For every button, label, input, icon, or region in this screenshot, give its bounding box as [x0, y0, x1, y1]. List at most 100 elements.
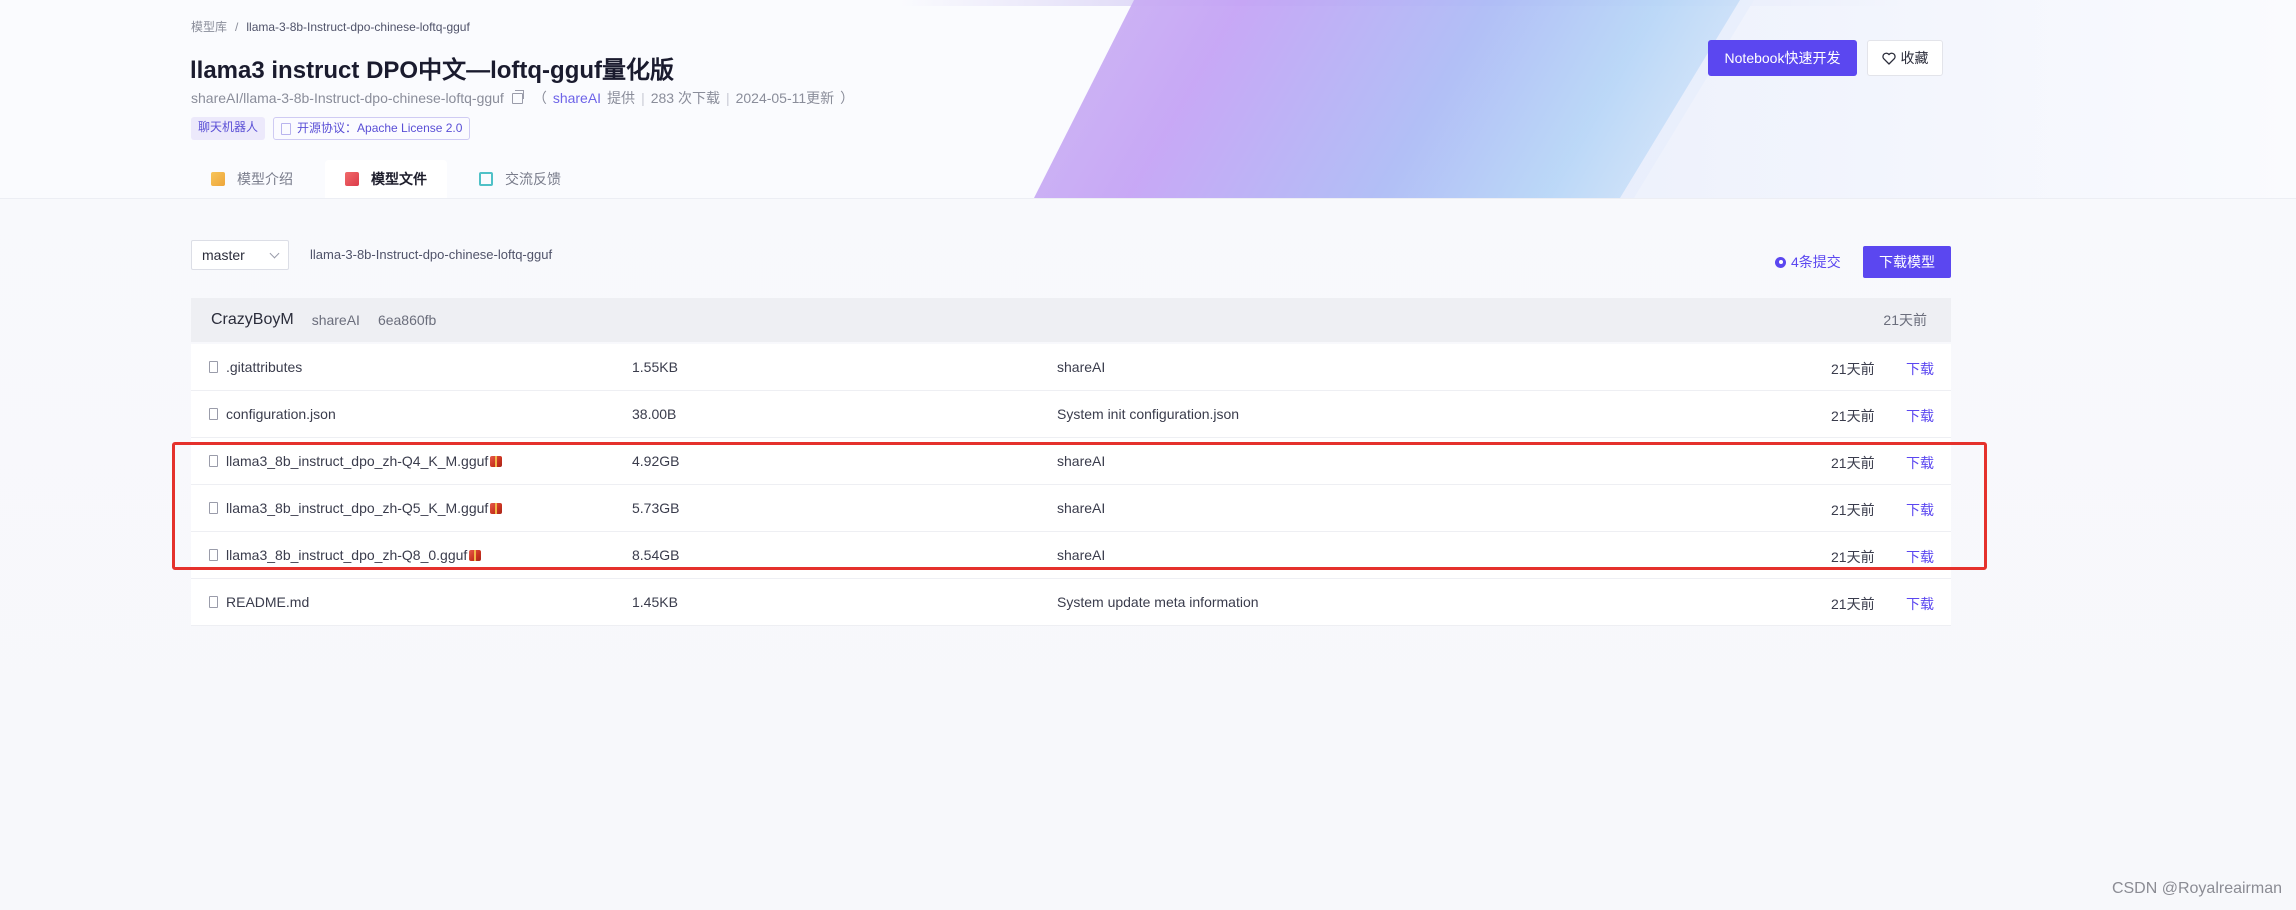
meta-separator: |	[641, 90, 645, 106]
heart-icon	[1881, 52, 1896, 65]
provider-link[interactable]: shareAI	[553, 90, 601, 106]
notebook-button[interactable]: Notebook快速开发	[1708, 40, 1857, 76]
branch-select[interactable]: master	[191, 240, 289, 270]
tab-label: 交流反馈	[505, 171, 561, 187]
file-time: 21天前	[1831, 596, 1875, 612]
file-size: 38.00B	[632, 406, 677, 422]
file-time: 21天前	[1831, 361, 1875, 377]
breadcrumb-separator: /	[235, 19, 239, 34]
model-tags: 聊天机器人 开源协议：Apache License 2.0	[191, 117, 471, 140]
file-name[interactable]: llama3_8b_instruct_dpo_zh-Q4_K_M.gguf	[226, 453, 503, 469]
file-size: 5.73GB	[632, 500, 680, 516]
commit-message: shareAI	[1057, 453, 1106, 469]
file-name[interactable]: llama3_8b_instruct_dpo_zh-Q5_K_M.gguf	[226, 500, 503, 516]
file-size: 4.92GB	[632, 453, 680, 469]
file-name-text: llama3_8b_instruct_dpo_zh-Q8_0.gguf	[226, 547, 468, 563]
watermark: CSDN @Royalreairman	[2111, 880, 2282, 897]
file-time: 21天前	[1831, 549, 1875, 565]
commit-time: 21天前	[1883, 312, 1927, 328]
commits-count: 4条提交	[1791, 254, 1841, 270]
file-download-link[interactable]: 下载	[1906, 500, 1934, 520]
repo-path: llama-3-8b-Instruct-dpo-chinese-loftq-gg…	[310, 247, 553, 262]
breadcrumb-root[interactable]: 模型库	[191, 18, 227, 35]
repo-id: shareAI/llama-3-8b-Instruct-dpo-chinese-…	[191, 90, 504, 106]
breadcrumb: 模型库 / llama-3-8b-Instruct-dpo-chinese-lo…	[191, 18, 470, 35]
file-name-text: llama3_8b_instruct_dpo_zh-Q5_K_M.gguf	[226, 500, 489, 516]
license-label: 开源协议：Apache License 2.0	[297, 121, 463, 135]
file-size: 1.45KB	[632, 594, 678, 610]
provider-suffix: 提供	[607, 90, 636, 106]
file-icon	[209, 408, 218, 420]
meta-separator: |	[725, 90, 730, 106]
tab-label: 模型介绍	[237, 171, 293, 187]
lfs-icon	[490, 455, 503, 467]
breadcrumb-current: llama-3-8b-Instruct-dpo-chinese-loftq-gg…	[246, 19, 470, 34]
file-name[interactable]: README.md	[226, 594, 309, 610]
meta-open-paren: （	[532, 90, 547, 106]
commit-message: System update meta information	[1057, 594, 1259, 610]
table-row: llama3_8b_instruct_dpo_zh-Q4_K_M.gguf 4.…	[191, 438, 1951, 485]
commit-icon	[1775, 256, 1786, 268]
chevron-down-icon	[269, 248, 280, 258]
edit-icon	[479, 172, 493, 186]
commit-hash[interactable]: 6ea860fb	[378, 312, 436, 328]
copy-icon[interactable]	[511, 89, 524, 104]
tab-model-intro[interactable]: 模型介绍	[191, 160, 313, 198]
commit-author[interactable]: CrazyBoyM	[211, 311, 294, 329]
download-model-button[interactable]: 下载模型	[1863, 246, 1951, 278]
collect-label: 收藏	[1900, 50, 1929, 66]
file-table: .gitattributes 1.55KB shareAI 21天前 下载 co…	[191, 344, 1951, 626]
file-download-link[interactable]: 下载	[1906, 594, 1934, 614]
model-page: 模型库 / llama-3-8b-Instruct-dpo-chinese-lo…	[0, 0, 2296, 910]
file-time: 21天前	[1831, 408, 1875, 424]
tab-feedback[interactable]: 交流反馈	[459, 160, 581, 198]
category-tag[interactable]: 聊天机器人	[191, 117, 266, 140]
table-row: llama3_8b_instruct_dpo_zh-Q5_K_M.gguf 5.…	[191, 485, 1951, 532]
file-icon	[209, 596, 218, 608]
model-meta: shareAI/llama-3-8b-Instruct-dpo-chinese-…	[191, 88, 854, 108]
file-name-text: README.md	[226, 594, 310, 610]
updated-date: 2024-05-11更新	[735, 90, 835, 106]
branch-value: master	[202, 247, 245, 263]
tab-label: 模型文件	[371, 171, 427, 187]
table-row: README.md 1.45KB System update meta info…	[191, 579, 1951, 626]
file-name[interactable]: configuration.json	[226, 406, 336, 422]
license-tag[interactable]: 开源协议：Apache License 2.0	[273, 117, 471, 140]
file-icon	[209, 361, 218, 373]
file-name-text: configuration.json	[226, 406, 336, 422]
file-time: 21天前	[1831, 455, 1875, 471]
table-row: llama3_8b_instruct_dpo_zh-Q8_0.gguf 8.54…	[191, 532, 1951, 579]
commit-message: shareAI	[1057, 500, 1106, 516]
file-name[interactable]: llama3_8b_instruct_dpo_zh-Q8_0.gguf	[226, 547, 482, 563]
commits-link[interactable]: 4条提交	[1775, 252, 1841, 272]
table-row: configuration.json 38.00B System init co…	[191, 391, 1951, 438]
page-title: llama3 instruct DPO中文—loftq-gguf量化版	[190, 57, 675, 84]
file-icon	[209, 502, 218, 514]
file-size: 8.54GB	[632, 547, 680, 563]
file-name-text: llama3_8b_instruct_dpo_zh-Q4_K_M.gguf	[226, 453, 489, 469]
collect-button[interactable]: 收藏	[1867, 40, 1943, 76]
model-header: 模型库 / llama-3-8b-Instruct-dpo-chinese-lo…	[0, 0, 2296, 199]
file-name[interactable]: .gitattributes	[226, 359, 302, 375]
model-tabs: 模型介绍 模型文件 交流反馈	[191, 160, 581, 198]
file-size: 1.55KB	[632, 359, 678, 375]
file-icon	[209, 455, 218, 467]
download-count: 283 次下载	[650, 90, 720, 106]
file-download-link[interactable]: 下载	[1906, 547, 1934, 567]
last-commit-bar: CrazyBoyM shareAI 6ea860fb 21天前	[191, 298, 1951, 342]
lfs-icon	[490, 502, 503, 514]
meta-close-paren: ）	[840, 90, 855, 106]
tab-model-files[interactable]: 模型文件	[325, 160, 447, 198]
commit-message: System init configuration.json	[1057, 406, 1240, 422]
lfs-icon	[469, 549, 482, 561]
table-row: .gitattributes 1.55KB shareAI 21天前 下载	[191, 344, 1951, 391]
file-download-link[interactable]: 下载	[1906, 406, 1934, 426]
file-icon	[209, 549, 218, 561]
box-icon	[211, 172, 225, 186]
book-icon	[345, 172, 359, 186]
file-download-link[interactable]: 下载	[1906, 453, 1934, 473]
file-download-link[interactable]: 下载	[1906, 359, 1934, 379]
document-icon	[281, 122, 292, 135]
commit-message: shareAI	[1057, 359, 1106, 375]
file-time: 21天前	[1831, 502, 1875, 518]
